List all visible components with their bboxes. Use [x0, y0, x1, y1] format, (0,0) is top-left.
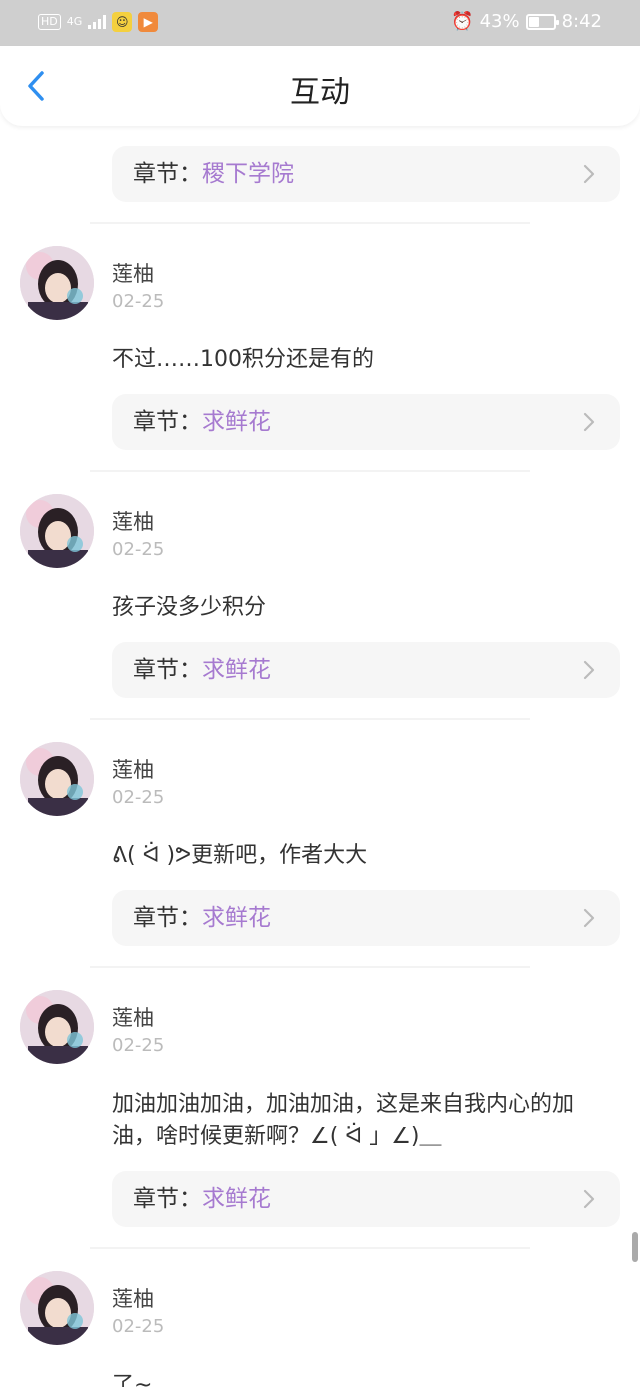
avatar[interactable] [20, 742, 94, 816]
chapter-name: 稷下学院 [202, 161, 294, 187]
comment-date: 02-25 [112, 539, 165, 560]
chapter-name: 求鲜花 [202, 657, 271, 683]
scrollbar-thumb[interactable] [632, 1232, 638, 1262]
avatar-image [20, 742, 94, 816]
page-title: 互动 [290, 75, 350, 110]
avatar-image [20, 246, 94, 320]
username[interactable]: 莲柚 [112, 1002, 154, 1032]
chapter-card[interactable]: 章节：稷下学院 [112, 146, 620, 202]
chevron-right-icon [583, 908, 595, 928]
username[interactable]: 莲柚 [112, 506, 154, 536]
divider [90, 718, 530, 720]
chevron-right-icon [583, 1189, 595, 1209]
divider [90, 470, 530, 472]
chapter-name: 求鲜花 [202, 409, 271, 435]
chapter-card[interactable]: 章节：求鲜花 [112, 1171, 620, 1227]
divider [90, 966, 530, 968]
chapter-label: 章节： [133, 161, 202, 187]
avatar[interactable] [20, 990, 94, 1064]
chapter-card[interactable]: 章节：求鲜花 [112, 394, 620, 450]
username[interactable]: 莲柚 [112, 1283, 154, 1313]
avatar-image [20, 494, 94, 568]
chapter-name: 求鲜花 [202, 1186, 271, 1212]
chapter-card[interactable]: 章节：求鲜花 [112, 642, 620, 698]
comment-text: 不过……100积分还是有的 [112, 347, 374, 372]
username[interactable]: 莲柚 [112, 258, 154, 288]
comment-text: 了~ [112, 1373, 153, 1387]
divider [90, 222, 530, 224]
avatar[interactable] [20, 246, 94, 320]
divider [90, 1247, 530, 1249]
avatar-image [20, 990, 94, 1064]
comment-text: 孩子没多少积分 [112, 595, 267, 620]
nav-bar: 互动 [0, 46, 640, 126]
chapter-label: 章节： [133, 657, 202, 683]
comment-feed[interactable]: 章节：稷下学院 莲柚 02-25 不过……100积分还是有的 章节：求鲜花 莲柚… [0, 0, 640, 1387]
avatar-image [20, 1271, 94, 1345]
comment-text: 加油加油加油，加油加油，这是来自我内心的加油，啥时候更新啊？∠( ᐛ 」∠)＿ [112, 1092, 575, 1149]
avatar[interactable] [20, 1271, 94, 1345]
chevron-right-icon [583, 660, 595, 680]
chevron-right-icon [583, 412, 595, 432]
comment-date: 02-25 [112, 291, 165, 312]
comment-date: 02-25 [112, 1316, 165, 1337]
avatar[interactable] [20, 494, 94, 568]
chevron-right-icon [583, 164, 595, 184]
chapter-card[interactable]: 章节：求鲜花 [112, 890, 620, 946]
chapter-label: 章节： [133, 1186, 202, 1212]
username[interactable]: 莲柚 [112, 754, 154, 784]
chapter-label: 章节： [133, 409, 202, 435]
comment-date: 02-25 [112, 1035, 165, 1056]
comment-date: 02-25 [112, 787, 165, 808]
chapter-label: 章节： [133, 905, 202, 931]
chapter-name: 求鲜花 [202, 905, 271, 931]
comment-text: ᕕ( ᐛ )ᕗ更新吧，作者大大 [112, 843, 368, 868]
